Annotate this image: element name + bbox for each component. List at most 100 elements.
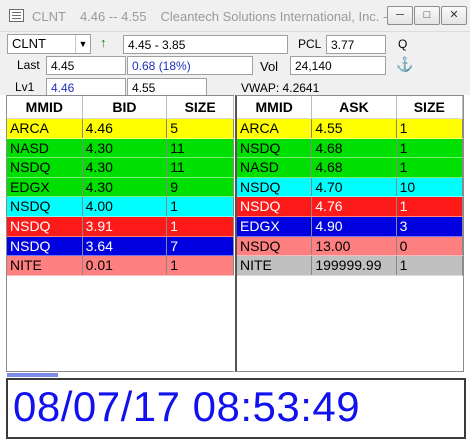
- bid-price-cell: 4.30: [83, 138, 168, 158]
- ask-row[interactable]: NSDQ 4.76 1: [237, 197, 463, 217]
- bid-price-cell: 0.01: [83, 256, 168, 275]
- window-title: CLNT 4.46 -- 4.55 Cleantech Solutions Inte…: [32, 9, 411, 24]
- bid-header-row: MMID BID SIZE: [7, 96, 234, 119]
- bid-size-cell: 11: [167, 138, 234, 158]
- ask-rows: ARCA 4.55 1 NSDQ 4.68 1 NASD 4.68 1 NSDQ 4.70 10 NSD…: [237, 119, 463, 276]
- ask-row[interactable]: ARCA 4.55 1: [237, 119, 463, 139]
- bid-size-cell: 1: [167, 216, 234, 236]
- bid-mmid-cell: NSDQ: [7, 236, 83, 256]
- title-company: Cleantech Solutions International, Inc. …: [160, 9, 412, 24]
- bid-row[interactable]: NSDQ 3.64 7: [7, 236, 234, 257]
- bid-book[interactable]: MMID BID SIZE ARCA 4.46 5 NASD 4.30 11 NSDQ 4.3…: [6, 95, 234, 372]
- ask-col-size[interactable]: SIZE: [397, 96, 463, 118]
- ask-price-cell: 4.68: [312, 138, 397, 158]
- minimize-button[interactable]: ─: [387, 6, 413, 25]
- ask-size-cell: 1: [397, 158, 463, 177]
- bid-rows: ARCA 4.46 5 NASD 4.30 11 NSDQ 4.30 11 EDGX 4.30 9 NS…: [7, 119, 234, 276]
- bid-col-mmid[interactable]: MMID: [7, 96, 83, 118]
- bid-row[interactable]: EDGX 4.30 9: [7, 177, 234, 198]
- ask-mmid-cell: NSDQ: [237, 197, 313, 216]
- bid-size-cell: 9: [167, 177, 234, 197]
- bid-price-cell: 4.46: [83, 119, 168, 138]
- bid-price-cell: 4.30: [83, 177, 168, 197]
- ask-size-cell: 1: [397, 138, 463, 158]
- ask-col-mmid[interactable]: MMID: [237, 96, 313, 118]
- ask-row[interactable]: NASD 4.68 1: [237, 158, 463, 178]
- bid-price-cell: 4.00: [83, 197, 168, 216]
- bid-size-cell: 1: [167, 197, 234, 216]
- volume-field: 24,140: [290, 56, 386, 75]
- close-icon: ✕: [449, 9, 459, 21]
- ask-size-cell: 1: [397, 119, 463, 138]
- ask-row[interactable]: NSDQ 4.70 10: [237, 177, 463, 198]
- ask-size-cell: 0: [397, 236, 463, 256]
- bid-size-cell: 5: [167, 119, 234, 138]
- ask-mmid-cell: NSDQ: [237, 138, 313, 158]
- chevron-down-icon[interactable]: ▼: [75, 35, 90, 53]
- last-price-field: 4.45: [46, 56, 126, 75]
- ask-price-cell: 4.76: [312, 197, 397, 216]
- anchor-icon[interactable]: ⚓: [396, 56, 413, 73]
- ask-mmid-cell: NSDQ: [237, 236, 313, 256]
- bid-mmid-cell: NSDQ: [7, 197, 83, 216]
- last-label: Last: [17, 58, 40, 72]
- ask-size-cell: 1: [397, 256, 463, 275]
- bid-size-cell: 11: [167, 158, 234, 177]
- pcl-label: PCL: [298, 37, 322, 51]
- title-symbol: CLNT: [32, 9, 66, 24]
- symbol-dropdown[interactable]: CLNT ▼: [7, 34, 91, 54]
- title-range: 4.46 -- 4.55: [79, 9, 147, 24]
- ask-mmid-cell: ARCA: [237, 119, 313, 138]
- maximize-icon: □: [423, 9, 431, 21]
- bid-mmid-cell: NASD: [7, 138, 83, 158]
- lv1-label: Lv1: [15, 80, 35, 94]
- maximize-button[interactable]: □: [414, 6, 440, 25]
- ask-row[interactable]: NSDQ 4.68 1: [237, 138, 463, 159]
- ask-size-cell: 3: [397, 216, 463, 236]
- bid-mmid-cell: NITE: [7, 256, 83, 275]
- bid-price-cell: 3.91: [83, 216, 168, 236]
- app-icon[interactable]: [9, 9, 24, 22]
- arrow-up-icon: ↑: [100, 35, 107, 50]
- day-range-field: 4.45 - 3.85: [123, 35, 288, 54]
- ask-mmid-cell: EDGX: [237, 216, 313, 236]
- bid-row[interactable]: NSDQ 4.00 1: [7, 197, 234, 217]
- ask-row[interactable]: EDGX 4.90 3: [237, 216, 463, 237]
- bid-price-cell: 4.30: [83, 158, 168, 177]
- ask-price-cell: 13.00: [312, 236, 397, 256]
- ask-col-ask[interactable]: ASK: [312, 96, 397, 118]
- bid-row[interactable]: NASD 4.30 11: [7, 138, 234, 159]
- vol-label: Vol: [260, 59, 279, 74]
- bid-row[interactable]: NSDQ 3.91 1: [7, 216, 234, 237]
- pcl-field: 3.77: [326, 35, 386, 54]
- q-button[interactable]: Q: [398, 37, 407, 51]
- ask-size-cell: 1: [397, 197, 463, 216]
- loading-progress-bar: [7, 373, 58, 377]
- ask-row[interactable]: NSDQ 13.00 0: [237, 236, 463, 257]
- ask-mmid-cell: NSDQ: [237, 177, 313, 197]
- ask-header-row: MMID ASK SIZE: [237, 96, 463, 119]
- ask-size-cell: 10: [397, 177, 463, 197]
- bid-size-cell: 7: [167, 236, 234, 256]
- bid-row[interactable]: ARCA 4.46 5: [7, 119, 234, 139]
- bid-col-size[interactable]: SIZE: [167, 96, 234, 118]
- ask-price-cell: 4.68: [312, 158, 397, 177]
- ask-book[interactable]: MMID ASK SIZE ARCA 4.55 1 NSDQ 4.68 1 NASD 4.68…: [235, 95, 464, 372]
- bid-mmid-cell: NSDQ: [7, 216, 83, 236]
- bid-price-cell: 3.64: [83, 236, 168, 256]
- ask-mmid-cell: NITE: [237, 256, 313, 275]
- ask-price-cell: 4.55: [312, 119, 397, 138]
- bid-row[interactable]: NSDQ 4.30 11: [7, 158, 234, 178]
- ask-price-cell: 199999.99: [312, 256, 397, 275]
- change-field: 0.68 (18%): [127, 56, 253, 75]
- close-button[interactable]: ✕: [441, 6, 467, 25]
- quote-header: CLNT ▼ ↑ 4.45 - 3.85 PCL 3.77 Q Last 4.4…: [0, 32, 470, 97]
- ask-row[interactable]: NITE 199999.99 1: [237, 256, 463, 276]
- ask-price-cell: 4.70: [312, 177, 397, 197]
- bid-row[interactable]: NITE 0.01 1: [7, 256, 234, 276]
- bid-mmid-cell: NSDQ: [7, 158, 83, 177]
- minimize-icon: ─: [396, 9, 404, 21]
- ask-price-cell: 4.90: [312, 216, 397, 236]
- bid-col-bid[interactable]: BID: [83, 96, 168, 118]
- clock-panel: 08/07/17 08:53:49: [6, 378, 466, 439]
